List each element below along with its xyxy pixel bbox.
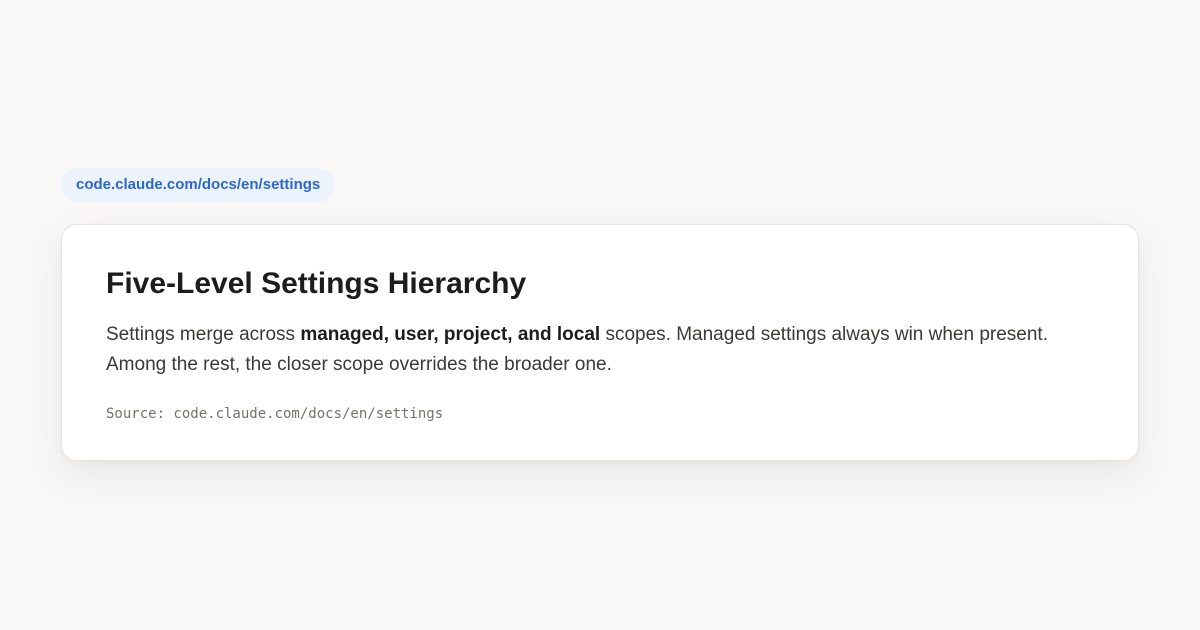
source-citation: Source: code.claude.com/docs/en/settings [106,406,444,422]
card-description: Settings merge across managed, user, pro… [106,320,1096,380]
card-title: Five-Level Settings Hierarchy [106,267,527,300]
description-emphasis: managed, user, project, and local [300,324,601,345]
source-url-pill[interactable]: code.claude.com/docs/en/settings [61,168,336,202]
info-card: Five-Level Settings Hierarchy Settings m… [61,224,1139,461]
description-text-start: Settings merge across [106,324,301,345]
